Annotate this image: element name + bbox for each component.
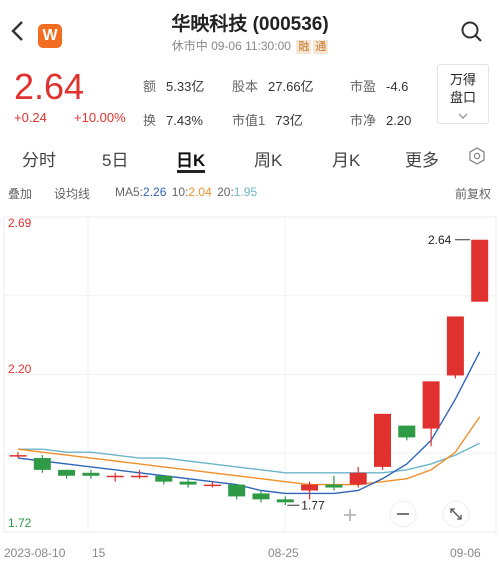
candle-body (82, 472, 100, 476)
stat-pb: 市净 2.20 (350, 113, 412, 128)
margin-tag: 融 (296, 40, 312, 54)
x-label-15: 15 (92, 546, 106, 560)
stat-amount: 额 5.33亿 (143, 79, 205, 94)
fullscreen-button[interactable] (442, 500, 470, 528)
wande-orderbook-button[interactable]: 万得 盘口 (437, 64, 489, 124)
candle (228, 484, 246, 500)
candle-body (252, 493, 270, 500)
moving-average-lines (17, 351, 481, 495)
wande-label-1: 万得 (449, 72, 476, 87)
stock-title: 华映科技 (000536) (171, 14, 329, 35)
ma10-value: 2.04 (188, 185, 212, 199)
set-ma-button[interactable]: 设均线 (54, 185, 90, 202)
stat-market-cap: 市值1 73亿 (232, 113, 303, 128)
candle-body (228, 484, 246, 497)
ma5-label: MA5: (115, 185, 144, 199)
tab-weekly-k[interactable]: 周K (254, 146, 282, 171)
candle-body (374, 413, 391, 467)
candle (82, 469, 100, 479)
ma5-line (17, 351, 481, 495)
candle-body (106, 475, 124, 478)
candle-body (422, 381, 440, 429)
market-status-text: 休市中 09-06 11:30:00 (171, 39, 291, 53)
tab-daily-k[interactable]: 日K (176, 146, 205, 171)
candle-body (301, 484, 319, 491)
candle-body (58, 469, 76, 476)
candle (252, 490, 270, 503)
candle (106, 472, 124, 482)
candle (446, 316, 464, 379)
adjust-mode-button[interactable]: 前复权 (455, 185, 491, 202)
period-tabs: 分时 5日 日K 周K 月K 更多 (0, 140, 500, 174)
settings-hex-icon (469, 147, 485, 165)
candle (471, 239, 489, 302)
candle-body (471, 239, 489, 302)
tab-monthly-k[interactable]: 月K (332, 146, 360, 171)
y-label-low: 1.72 (8, 516, 32, 530)
candle-body (276, 499, 294, 503)
candle (58, 469, 76, 479)
min-price-label: 1.77 (301, 498, 325, 512)
candle (349, 466, 367, 488)
ma20-label: 20: (217, 185, 234, 199)
candle (374, 413, 391, 470)
stat-turnover: 换 7.43% (143, 113, 203, 128)
ma5-value: 2.26 (143, 185, 167, 199)
tab-more[interactable]: 更多 (405, 146, 439, 171)
x-label-start: 2023-08-10 (4, 546, 66, 560)
market-status: 休市中 09-06 11:30:00 融通 (0, 37, 500, 54)
x-label-end: 09-06 (450, 546, 481, 560)
zoom-in-button[interactable] (344, 509, 356, 521)
candle-body (131, 475, 148, 478)
candle-body (203, 484, 221, 487)
stat-share-capital: 股本 27.66亿 (232, 79, 314, 94)
kline-chart[interactable]: 2.64 1.77 (0, 205, 500, 545)
search-button[interactable] (460, 20, 484, 49)
y-label-mid: 2.20 (8, 362, 32, 376)
tab-intraday[interactable]: 分时 (22, 146, 56, 171)
candle (422, 381, 440, 447)
candle-body (349, 472, 367, 485)
stat-pe: 市盈 -4.6 (350, 79, 409, 94)
candle-body (9, 455, 27, 457)
candle (155, 475, 173, 485)
overlay-button[interactable]: 叠加 (8, 185, 32, 202)
chart-grid (3, 216, 497, 533)
current-price: 2.64 (14, 66, 85, 107)
search-icon (461, 21, 482, 42)
candle (131, 469, 148, 479)
candle-body (325, 484, 343, 488)
tab-5day[interactable]: 5日 (102, 146, 128, 171)
candle (33, 455, 51, 473)
candle (276, 496, 294, 506)
price-change-pct: +10.00% (74, 110, 126, 125)
selected-tab-indicator (177, 170, 205, 173)
x-label-0825: 08-25 (268, 546, 299, 560)
ma-legend: MA5:2.26 10:2.04 20:1.95 (115, 185, 257, 199)
wande-label-2: 盘口 (449, 90, 476, 105)
candle (325, 475, 343, 491)
zoom-out-button[interactable] (389, 500, 417, 528)
header-bar: W 华映科技 (000536) 休市中 09-06 11:30:00 融通 (0, 0, 500, 62)
chevron-down-icon (458, 113, 468, 119)
candle-body (179, 481, 197, 485)
max-price-label: 2.64 (428, 233, 452, 247)
chart-settings-button[interactable] (468, 147, 486, 170)
candle-body (446, 316, 464, 376)
candle-body (398, 425, 416, 438)
candle (398, 425, 416, 441)
y-label-high: 2.69 (8, 216, 32, 230)
candle-body (155, 475, 173, 482)
ma10-label: 10: (171, 185, 189, 199)
candle-body (33, 458, 51, 470)
chart-annotations: 2.64 1.77 (287, 233, 470, 528)
price-change: +0.24 (14, 110, 47, 125)
ma20-value: 1.95 (233, 185, 258, 199)
connect-tag: 通 (313, 40, 329, 54)
